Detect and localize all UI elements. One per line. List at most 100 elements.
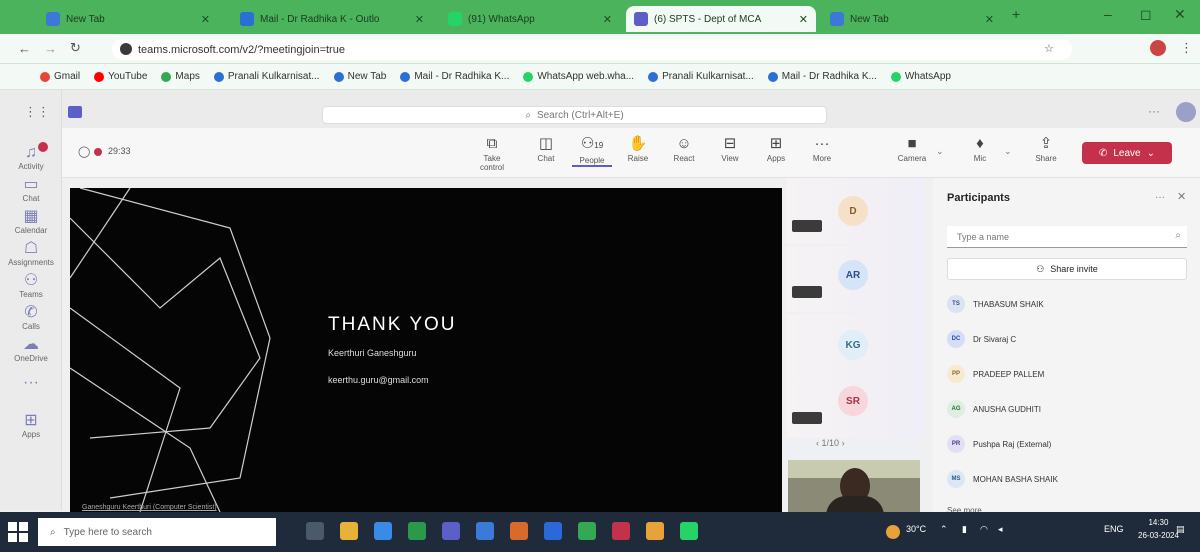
rail-item-teams[interactable]: ⚇ Teams <box>0 272 62 299</box>
rail-item-chat[interactable]: ▭ Chat <box>0 176 62 203</box>
close-tab-icon[interactable]: ✕ <box>799 13 808 26</box>
app-icon[interactable] <box>510 522 528 540</box>
bookmark[interactable]: Mail - Dr Radhika K... <box>400 71 509 82</box>
close-tab-icon[interactable]: ✕ <box>415 13 424 26</box>
star-icon[interactable]: ☆ <box>1044 42 1054 55</box>
mic-options-chevron-icon[interactable]: ⌄ <box>1004 146 1012 157</box>
wifi-icon[interactable]: ◠ <box>980 524 988 535</box>
apps-button[interactable]: ⊞ Apps <box>756 134 796 163</box>
participant-row[interactable]: PR Pushpa Raj (External) <box>947 434 1051 454</box>
browser-tab-active[interactable]: (6) SPTS - Dept of MCA ✕ <box>626 6 816 32</box>
participant-row[interactable]: MS MOHAN BASHA SHAIK <box>947 469 1058 489</box>
close-tab-icon[interactable]: ✕ <box>985 13 994 26</box>
maximize-icon[interactable]: ◻ <box>1140 6 1152 23</box>
bookmark[interactable]: Mail - Dr Radhika K... <box>767 71 877 82</box>
close-tab-icon[interactable]: ✕ <box>603 13 612 26</box>
participant-row[interactable]: DC Dr Sivaraj C <box>947 329 1016 349</box>
edge-icon[interactable] <box>374 522 392 540</box>
rail-item-activity[interactable]: ♫ Activity <box>0 144 62 171</box>
app-icon[interactable] <box>646 522 664 540</box>
participant-tile[interactable]: KG <box>786 314 924 380</box>
app-launcher-icon[interactable]: ⋮⋮ <box>24 104 50 120</box>
more-button[interactable]: ··· More <box>802 134 842 163</box>
participant-row[interactable]: TS THABASUM SHAIK <box>947 294 1044 314</box>
bookmark[interactable]: Pranali Kulkarnisat... <box>213 71 320 82</box>
chevron-right-icon[interactable]: › <box>842 438 845 448</box>
browser-tab[interactable]: Mail - Dr Radhika K - Outlo ✕ <box>232 6 432 32</box>
profile-avatar[interactable] <box>1150 40 1166 56</box>
close-icon[interactable]: ✕ <box>1177 190 1186 203</box>
word-icon[interactable] <box>544 522 562 540</box>
leave-button[interactable]: ✆ Leave ⌄ <box>1082 142 1172 164</box>
bookmark[interactable]: Maps <box>161 71 200 82</box>
rail-item-assignments[interactable]: ☖ Assignments <box>0 240 62 267</box>
settings-more-icon[interactable]: ··· <box>1148 104 1160 118</box>
react-button[interactable]: ☺ React <box>664 134 704 163</box>
raise-hand-button[interactable]: ✋ Raise <box>618 134 658 163</box>
participant-count: 19 <box>594 141 604 150</box>
weather-icon[interactable] <box>886 525 900 539</box>
chrome-icon[interactable] <box>578 522 596 540</box>
participant-tile[interactable]: SR <box>786 372 924 438</box>
app-icon[interactable] <box>612 522 630 540</box>
participant-tile[interactable]: AR <box>786 246 924 312</box>
search-input[interactable]: ⌕ Search (Ctrl+Alt+E) <box>322 106 827 124</box>
task-view-icon[interactable] <box>306 522 324 540</box>
close-tab-icon[interactable]: ✕ <box>201 13 210 26</box>
language-indicator[interactable]: ENG <box>1104 524 1124 534</box>
url-field[interactable]: teams.microsoft.com/v2/?meetingjoin=true <box>112 39 1072 60</box>
minimize-icon[interactable]: – <box>1104 6 1112 22</box>
bookmark[interactable]: Gmail <box>40 71 80 82</box>
bookmark[interactable]: Pranali Kulkarnisat... <box>648 71 754 82</box>
close-window-icon[interactable]: ✕ <box>1174 6 1186 23</box>
browser-tab[interactable]: New Tab ✕ <box>38 6 218 32</box>
bookmark[interactable]: New Tab <box>333 71 386 82</box>
rail-item-onedrive[interactable]: ☁ OneDrive <box>0 336 62 363</box>
camera-button[interactable]: ■ Camera <box>892 134 932 163</box>
bookmark[interactable]: YouTube <box>94 71 147 82</box>
excel-icon[interactable] <box>408 522 426 540</box>
windows-start-icon[interactable] <box>8 522 28 542</box>
people-button[interactable]: ⚇19 People <box>572 134 612 167</box>
back-icon[interactable]: ← <box>18 41 31 56</box>
bookmark[interactable]: WhatsApp web.wha... <box>523 71 634 82</box>
browser-tab[interactable]: New Tab ✕ <box>822 6 1002 32</box>
taskbar-search[interactable]: ⌕ Type here to search <box>38 518 276 546</box>
participant-row[interactable]: AG ANUSHA GUDHITI <box>947 399 1041 419</box>
chevron-left-icon[interactable]: ‹ <box>816 438 819 448</box>
outlook-icon[interactable] <box>476 522 494 540</box>
rail-item-apps[interactable]: ⊞ Apps <box>0 412 62 439</box>
panel-more-icon[interactable]: ··· <box>1155 192 1165 203</box>
show-hidden-icons-icon[interactable]: ⌃ <box>940 524 948 535</box>
chat-button[interactable]: ◫ Chat <box>526 134 566 163</box>
notifications-icon[interactable]: ▤ <box>1176 524 1185 535</box>
menu-icon[interactable]: ⋮ <box>1180 40 1193 56</box>
teams-taskbar-icon[interactable] <box>442 522 460 540</box>
new-tab-icon[interactable]: + <box>1012 6 1020 22</box>
take-control-button[interactable]: ⧉ Take control <box>472 134 512 172</box>
bookmark[interactable]: WhatsApp <box>890 71 951 82</box>
rail-item-calendar[interactable]: ▦ Calendar <box>0 208 62 235</box>
forward-icon[interactable]: → <box>44 41 57 56</box>
weather-temp[interactable]: 30°C <box>906 524 926 534</box>
rail-more[interactable]: ··· <box>0 374 62 392</box>
taskbar-clock[interactable]: 14:30 26-03-2024 <box>1138 516 1179 542</box>
camera-options-chevron-icon[interactable]: ⌄ <box>936 146 944 157</box>
view-button[interactable]: ⊟ View <box>710 134 750 163</box>
whatsapp-icon[interactable] <box>680 522 698 540</box>
participant-tile[interactable]: D <box>786 178 924 244</box>
browser-tab[interactable]: (91) WhatsApp ✕ <box>440 6 620 32</box>
share-invite-button[interactable]: ⚇ Share invite <box>947 258 1187 280</box>
volume-icon[interactable]: ◂ <box>998 524 1003 535</box>
site-info-icon[interactable] <box>120 43 132 55</box>
participant-row[interactable]: PP PRADEEP PALLEM <box>947 364 1044 384</box>
user-avatar[interactable] <box>1176 102 1196 122</box>
file-explorer-icon[interactable] <box>340 522 358 540</box>
mic-button[interactable]: ♦ Mic <box>960 134 1000 163</box>
participant-search-input[interactable]: Type a name ⌕ <box>947 226 1187 248</box>
gallery-pager[interactable]: ‹ 1/10 › <box>816 438 845 448</box>
battery-icon[interactable]: ▮ <box>962 524 967 535</box>
share-button[interactable]: ⇪ Share <box>1026 134 1066 163</box>
rail-item-calls[interactable]: ✆ Calls <box>0 304 62 331</box>
reload-icon[interactable]: ↻ <box>70 40 81 56</box>
